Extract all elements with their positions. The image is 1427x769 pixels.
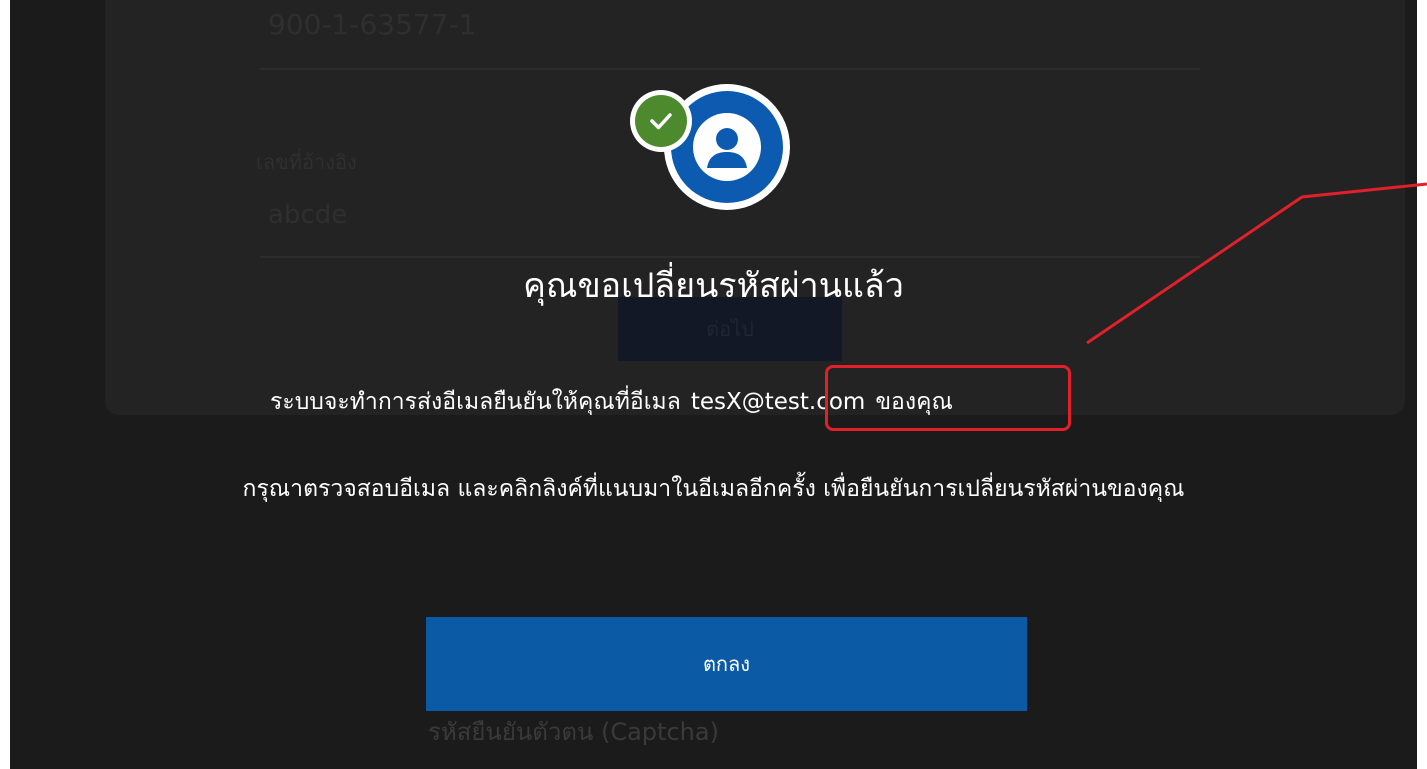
ok-button[interactable]: ตกลง: [426, 617, 1027, 711]
screen: 900-1-63577-1 เลขที่อ้างอิง abcde ต่อไป …: [0, 0, 1427, 769]
modal-title: คุณขอเปลี่ยนรหัสผ่านแล้ว: [523, 266, 904, 306]
email-highlight-box: [825, 365, 1071, 431]
check-circle: [635, 95, 687, 147]
reference-label: เลขที่อ้างอิง: [256, 150, 357, 174]
check-badge-icon: [630, 90, 692, 152]
reference-value: abcde: [268, 200, 348, 230]
account-number-value: 900-1-63577-1: [268, 8, 477, 41]
captcha-label: รหัสยืนยันตัวตน (Captcha): [428, 718, 719, 746]
instruction-text: กรุณาตรวจสอบอีเมล และคลิกลิงค์ที่แนบมาใน…: [242, 476, 1185, 502]
checkmark-icon: [650, 113, 672, 130]
message-prefix: ระบบจะทำการส่งอีเมลยืนยันให้คุณที่อีเมล: [270, 389, 681, 415]
user-silhouette-icon: [693, 113, 761, 181]
account-field-underline: [260, 68, 1200, 70]
